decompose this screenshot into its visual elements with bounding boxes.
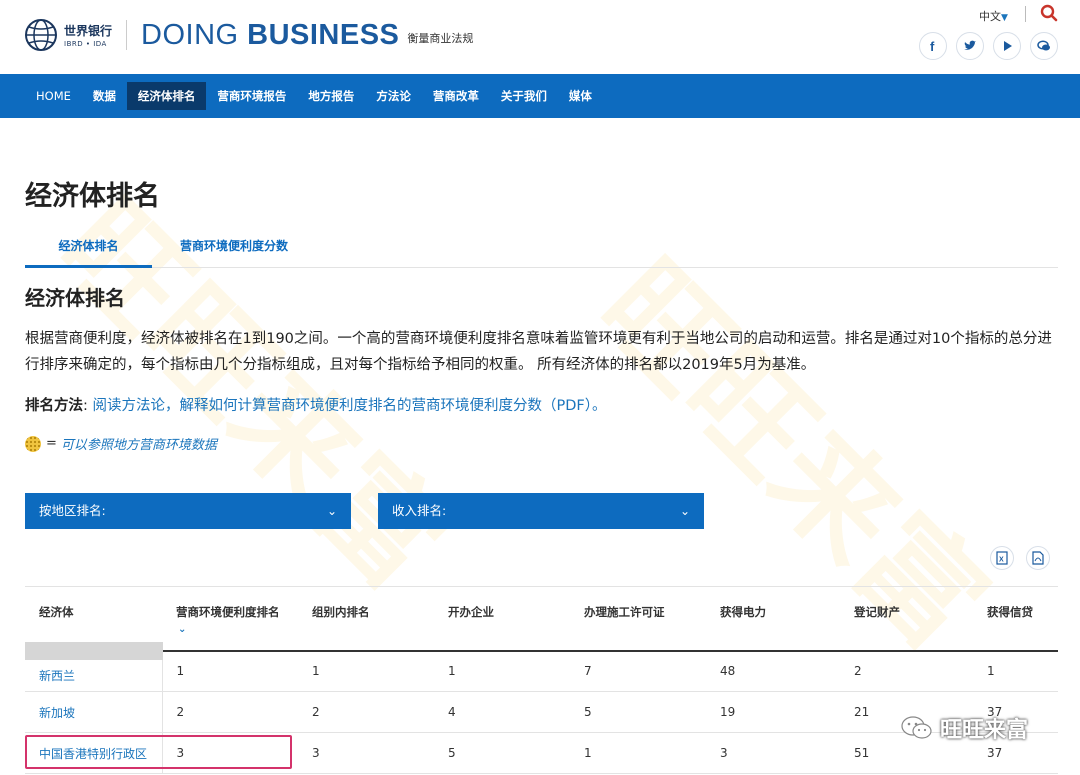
page-title: 经济体排名	[25, 181, 160, 212]
chevron-down-icon: ⌄	[679, 504, 690, 518]
col-header-electricity[interactable]: 获得电力	[706, 586, 840, 651]
tab-bar: 经济体排名 营商环境便利度分数	[25, 230, 1058, 268]
highlight-box	[25, 735, 292, 769]
site-logo[interactable]: 世界银行 IBRD • IDA DOING BUSINESS 衡量商业法规	[24, 18, 473, 52]
method-line: 排名方法: 阅读方法论，解释如何计算营商环境便利度排名的营商环境便利度分数（PD…	[25, 398, 607, 414]
col-header-credit[interactable]: 获得信贷	[973, 586, 1058, 651]
table-cell: 2	[162, 691, 298, 733]
nav-item-media[interactable]: 媒体	[558, 82, 603, 110]
sort-chevron-icon[interactable]: ⌄	[178, 624, 298, 635]
svg-text:X: X	[999, 557, 1004, 564]
col-header-construction-permits[interactable]: 办理施工许可证	[570, 586, 706, 651]
col-header-starting-business[interactable]: 开办企业	[434, 586, 570, 651]
chat-icon[interactable]	[1030, 32, 1058, 60]
nav-item-reforms[interactable]: 营商改革	[422, 82, 490, 110]
tab-rankings[interactable]: 经济体排名	[25, 230, 152, 268]
site-title: DOING BUSINESS	[141, 18, 400, 51]
site-subtitle: 衡量商业法规	[407, 32, 474, 45]
tab-scores[interactable]: 营商环境便利度分数	[180, 230, 288, 268]
brand-subname: IBRD • IDA	[64, 40, 107, 48]
header-divider	[1025, 6, 1026, 22]
nav-item-about[interactable]: 关于我们	[490, 82, 558, 110]
table-cell: 1	[162, 650, 298, 692]
table-cell: 4	[434, 691, 570, 733]
table-cell: 1	[973, 650, 1058, 692]
table-cell: 3	[706, 732, 840, 774]
site-header: 世界银行 IBRD • IDA DOING BUSINESS 衡量商业法规 中文…	[0, 0, 1080, 74]
twitter-icon[interactable]	[956, 32, 984, 60]
economy-link[interactable]: 新西兰	[39, 669, 75, 683]
description-text: 根据营商便利度，经济体被排名在1到190之间。一个高的营商环境便利度排名意味着监…	[25, 331, 1052, 373]
economy-cell: 新西兰	[25, 650, 163, 692]
wechat-icon	[901, 716, 932, 739]
table-cell: 1	[570, 732, 706, 774]
method-link[interactable]: 阅读方法论，解释如何计算营商环境便利度排名的营商环境便利度分数（PDF）。	[93, 398, 607, 414]
section-title: 经济体排名	[25, 286, 125, 310]
economy-cell: 新加坡	[25, 691, 163, 733]
nav-item-data[interactable]: 数据	[82, 82, 127, 110]
table-cell: 2	[840, 650, 973, 692]
youtube-icon[interactable]	[993, 32, 1021, 60]
nav-item-methodology[interactable]: 方法论	[365, 82, 422, 110]
table-cell: 1	[434, 650, 570, 692]
subnational-link[interactable]: 可以参照地方营商环境数据	[61, 434, 217, 453]
col-header-economy[interactable]: 经济体	[25, 586, 162, 660]
account-name: 旺旺来富	[940, 718, 1029, 743]
pdf-download-icon[interactable]	[1026, 546, 1050, 570]
nav-item-home[interactable]: HOME	[25, 82, 82, 110]
table-cell: 7	[570, 650, 706, 692]
world-bank-globe-icon	[25, 19, 57, 51]
nav-item-rankings[interactable]: 经济体排名	[126, 82, 207, 110]
region-dropdown[interactable]: 按地区排名: ⌄	[25, 493, 351, 529]
chevron-down-icon: ▼	[1001, 13, 1008, 23]
table-cell: 48	[706, 650, 840, 692]
table-cell: 5	[570, 691, 706, 733]
logo-divider	[126, 20, 128, 50]
main-nav: HOME 数据 经济体排名 营商环境报告 地方报告 方法论 营商改革 关于我们 …	[0, 74, 1080, 118]
subnational-marker-icon	[25, 435, 41, 452]
watermark-text: 旺旺来富	[33, 176, 471, 614]
nav-item-reports[interactable]: 营商环境报告	[206, 82, 297, 110]
method-label: 排名方法	[25, 398, 83, 414]
brand-name: 世界银行	[64, 24, 113, 38]
economy-link[interactable]: 新加坡	[39, 706, 75, 720]
wechat-watermark: 旺旺来富	[900, 712, 1028, 744]
income-dropdown[interactable]: 收入排名: ⌄	[378, 493, 704, 529]
table-cell: 3	[298, 732, 434, 774]
table-row: 新西兰 1 1 1 7 48 2 1	[25, 650, 1058, 692]
col-header-group-rank[interactable]: 组别内排名	[298, 586, 434, 651]
excel-download-icon[interactable]: X	[990, 546, 1014, 570]
table-cell: 19	[706, 691, 840, 733]
language-selector[interactable]: 中文▼	[979, 8, 1008, 24]
col-header-property[interactable]: 登记财产	[840, 586, 973, 651]
table-cell: 1	[298, 650, 434, 692]
table-cell: 2	[298, 691, 434, 733]
col-header-ease-rank[interactable]: 营商环境便利度排名 ⌄	[162, 586, 298, 651]
table-cell: 5	[434, 732, 570, 774]
nav-item-subnational[interactable]: 地方报告	[297, 82, 365, 110]
svg-text:f: f	[930, 39, 935, 53]
search-icon[interactable]	[1040, 4, 1058, 22]
subnational-legend: = 可以参照地方营商环境数据	[25, 434, 217, 453]
facebook-icon[interactable]: f	[919, 32, 947, 60]
chevron-down-icon: ⌄	[326, 504, 337, 518]
